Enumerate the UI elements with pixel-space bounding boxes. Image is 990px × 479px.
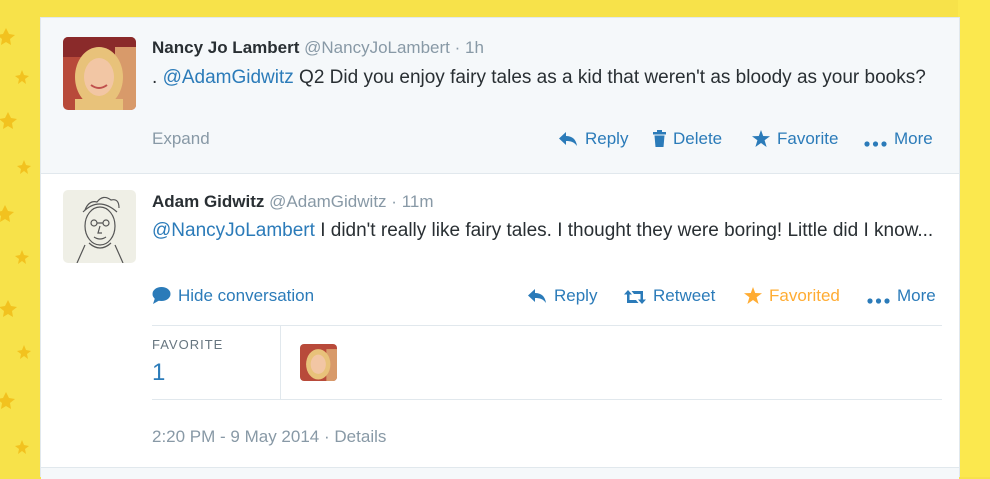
tweet-body: I didn't really like fairy tales. I thou… bbox=[314, 220, 934, 241]
reply-icon bbox=[528, 289, 546, 303]
avatar-adam[interactable] bbox=[63, 190, 136, 263]
separator-dot: · bbox=[391, 192, 397, 211]
delete-button[interactable]: Delete bbox=[653, 129, 722, 149]
mention-link[interactable]: @AdamGidwitz bbox=[163, 67, 294, 88]
author-name[interactable]: Nancy Jo Lambert bbox=[152, 38, 299, 57]
favorite-count: 1 bbox=[152, 359, 166, 386]
tweet-header: Nancy Jo Lambert @NancyJoLambert · 1h bbox=[152, 38, 484, 58]
tweet-body: Q2 Did you enjoy fairy tales as a kid th… bbox=[293, 67, 926, 88]
tweet-time[interactable]: 11m bbox=[402, 192, 434, 211]
separator-dot: · bbox=[454, 38, 461, 57]
favorite-stat-label: FAVORITE bbox=[152, 337, 224, 352]
more-dots-icon bbox=[867, 298, 890, 304]
author-name[interactable]: Adam Gidwitz bbox=[152, 192, 264, 211]
retweet-label: Retweet bbox=[653, 286, 716, 305]
favorite-button[interactable]: Favorite bbox=[752, 129, 838, 149]
reply-label: Reply bbox=[585, 129, 629, 148]
delete-label: Delete bbox=[673, 129, 723, 148]
favorite-stat[interactable]: FAVORITE 1 bbox=[152, 326, 281, 399]
tweet-text: . @AdamGidwitz Q2 Did you enjoy fairy ta… bbox=[152, 63, 952, 92]
tweet-header: Adam Gidwitz @AdamGidwitz · 11m bbox=[152, 192, 434, 212]
trash-icon bbox=[653, 130, 666, 147]
expand-link[interactable]: Expand bbox=[152, 129, 210, 149]
star-icon bbox=[744, 287, 762, 304]
avatar-nancy[interactable] bbox=[63, 37, 136, 110]
star-pattern-background bbox=[0, 28, 31, 454]
details-link[interactable]: Details bbox=[334, 427, 386, 446]
right-background-strip bbox=[958, 0, 990, 477]
tweet-meta: 2:20 PM - 9 May 2014 · Details bbox=[152, 427, 386, 447]
tweet-nancy[interactable]: Nancy Jo Lambert @NancyJoLambert · 1h . … bbox=[41, 18, 959, 174]
retweet-icon bbox=[624, 290, 646, 304]
tweet-stats: FAVORITE 1 bbox=[152, 325, 942, 400]
more-dots-icon bbox=[864, 141, 887, 147]
separator-dot: · bbox=[324, 427, 330, 446]
author-handle[interactable]: @NancyJoLambert bbox=[304, 38, 450, 57]
hide-conversation-button[interactable]: Hide conversation bbox=[152, 286, 314, 306]
favorite-label: Favorite bbox=[777, 129, 839, 148]
star-icon bbox=[752, 130, 770, 147]
conversation-card: Nancy Jo Lambert @NancyJoLambert · 1h . … bbox=[40, 17, 960, 479]
mention-link[interactable]: @NancyJoLambert bbox=[152, 220, 315, 241]
favorited-button[interactable]: Favorited bbox=[744, 286, 840, 306]
more-label: More bbox=[894, 129, 933, 148]
more-button[interactable]: More bbox=[864, 129, 933, 149]
more-label: More bbox=[897, 286, 936, 305]
favoriter-avatar[interactable] bbox=[300, 344, 337, 381]
reply-button[interactable]: Reply bbox=[527, 286, 597, 306]
tweet-adam[interactable]: Adam Gidwitz @AdamGidwitz · 11m @NancyJo… bbox=[41, 174, 959, 470]
tweet-time[interactable]: 1h bbox=[465, 38, 484, 57]
reply-label: Reply bbox=[554, 286, 598, 305]
more-button[interactable]: More bbox=[867, 286, 936, 306]
tweet-timestamp[interactable]: 2:20 PM - 9 May 2014 bbox=[152, 427, 319, 446]
author-handle[interactable]: @AdamGidwitz bbox=[269, 192, 386, 211]
text-prefix: . bbox=[152, 67, 163, 88]
speech-bubble-icon bbox=[152, 287, 171, 304]
hide-conversation-label: Hide conversation bbox=[178, 286, 315, 305]
retweet-button[interactable]: Retweet bbox=[624, 286, 715, 306]
favorited-label: Favorited bbox=[769, 286, 840, 305]
next-tweet-edge bbox=[41, 467, 959, 479]
reply-icon bbox=[559, 132, 577, 146]
tweet-text: @NancyJoLambert I didn't really like fai… bbox=[152, 216, 952, 245]
reply-button[interactable]: Reply bbox=[558, 129, 628, 149]
